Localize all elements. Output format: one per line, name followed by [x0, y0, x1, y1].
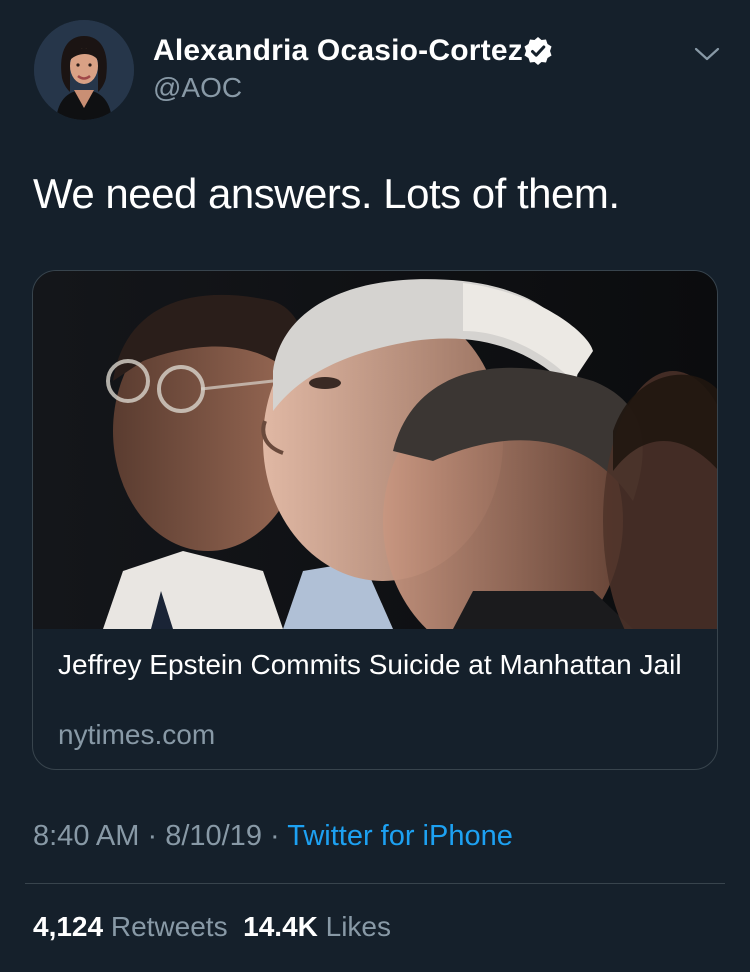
retweets-count: 4,124	[33, 911, 104, 942]
tweet-stats: 4,124 Retweets 14.4K Likes	[33, 911, 391, 943]
author-avatar[interactable]	[34, 20, 134, 120]
chevron-down-icon[interactable]	[693, 44, 721, 64]
author-name[interactable]: Alexandria Ocasio-Cortez	[153, 34, 523, 68]
tweet-text: We need answers. Lots of them.	[33, 170, 620, 217]
tweet-source-link[interactable]: Twitter for iPhone	[287, 820, 513, 852]
link-card-title: Jeffrey Epstein Commits Suicide at Manha…	[58, 649, 682, 680]
likes-count: 14.4K	[243, 911, 318, 942]
profile-photo	[34, 20, 134, 120]
likes-stat[interactable]: 14.4K Likes	[243, 911, 391, 942]
retweets-stat[interactable]: 4,124 Retweets	[33, 911, 228, 942]
link-card[interactable]: Jeffrey Epstein Commits Suicide at Manha…	[32, 270, 718, 770]
link-card-domain: nytimes.com	[58, 719, 216, 750]
author-handle[interactable]: @AOC	[153, 72, 242, 104]
news-photo	[33, 271, 717, 629]
verified-badge-icon	[524, 37, 552, 65]
retweets-label: Retweets	[110, 911, 228, 942]
meta-separator: ·	[261, 820, 288, 852]
likes-label: Likes	[325, 911, 392, 942]
divider	[25, 883, 725, 884]
tweet-meta: 8:40 AM · 8/10/19 · Twitter for iPhone	[33, 820, 513, 853]
tweet-date: 8/10/19	[165, 820, 262, 852]
tweet-time: 8:40 AM	[33, 820, 140, 852]
meta-separator: ·	[139, 820, 166, 852]
